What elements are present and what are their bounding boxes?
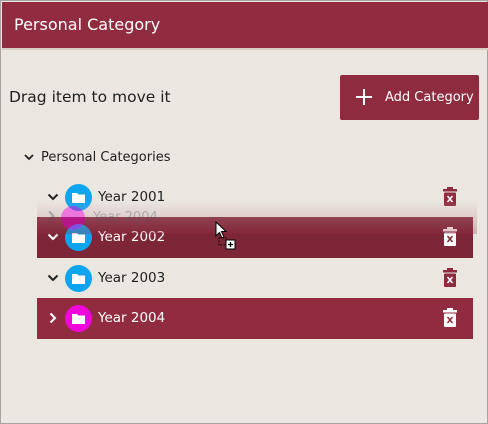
chevron-down-icon[interactable] — [47, 272, 59, 284]
tree-root-node[interactable]: Personal Categories — [23, 147, 170, 167]
chevron-right-icon[interactable] — [47, 312, 59, 324]
chevron-down-icon[interactable] — [47, 191, 59, 203]
tree-item-year-2003[interactable]: Year 2003 — [37, 258, 473, 299]
trash-icon[interactable] — [443, 187, 457, 206]
tree-item-year-2001[interactable]: Year 2001 — [37, 177, 473, 218]
panel-title: Personal Category — [2, 2, 488, 50]
chevron-down-icon[interactable] — [23, 151, 35, 163]
trash-icon[interactable] — [443, 268, 457, 287]
trash-icon[interactable] — [443, 308, 457, 327]
category-panel: Personal Category Drag item to move it A… — [0, 0, 488, 424]
add-category-button[interactable]: Add Category — [340, 75, 479, 120]
tree-item-year-2004[interactable]: Year 2004 — [37, 298, 473, 339]
tree-root-label: Personal Categories — [41, 149, 171, 165]
tree-item-label: Year 2003 — [98, 270, 166, 286]
tree-item-label: Year 2002 — [98, 229, 166, 245]
tree-item-label: Year 2001 — [98, 189, 166, 205]
folder-icon — [65, 305, 92, 332]
folder-icon — [65, 224, 92, 251]
tree-item-label: Year 2004 — [98, 310, 166, 326]
folder-icon — [65, 184, 92, 211]
trash-icon[interactable] — [443, 227, 457, 246]
chevron-down-icon[interactable] — [47, 231, 59, 243]
folder-icon — [65, 265, 92, 292]
drag-hint: Drag item to move it — [9, 88, 171, 106]
add-category-label: Add Category — [385, 90, 474, 105]
plus-icon — [356, 89, 372, 105]
tree-item-year-2002[interactable]: Year 2002 — [37, 217, 473, 258]
